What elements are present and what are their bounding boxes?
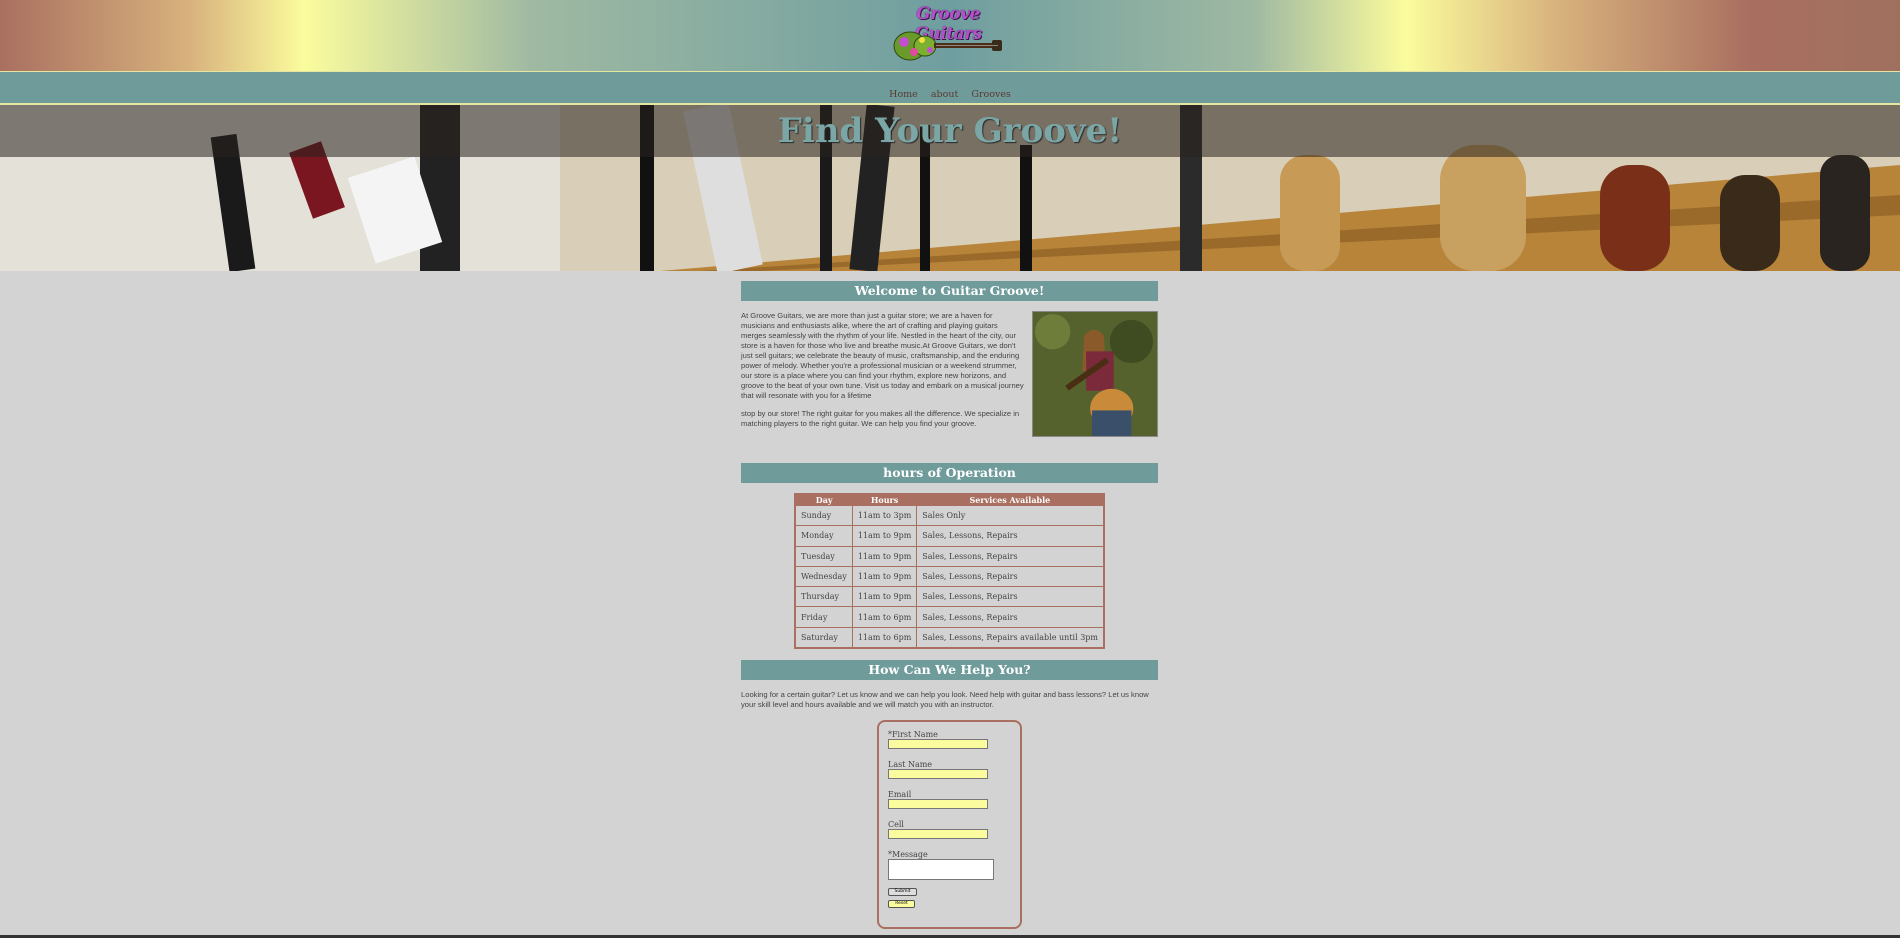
hours-cell: 11am to 9pm bbox=[851, 525, 918, 547]
services-cell: Sales, Lessons, Repairs bbox=[916, 606, 1105, 628]
hours-cell: 11am to 9pm bbox=[851, 565, 918, 588]
hero-banner: Find Your Groove! bbox=[0, 105, 1900, 271]
column-header-hours: Hours bbox=[852, 494, 917, 506]
day-cell: Friday bbox=[794, 606, 853, 628]
services-cell: Sales, Lessons, Repairs bbox=[916, 565, 1105, 588]
last-name-field[interactable] bbox=[888, 768, 988, 779]
welcome-heading: Welcome to Guitar Groove! bbox=[741, 281, 1158, 301]
email-field[interactable] bbox=[888, 798, 988, 809]
day-cell: Wednesday bbox=[794, 565, 853, 588]
reset-button[interactable]: Reset bbox=[888, 899, 915, 908]
first-name-field[interactable] bbox=[888, 738, 988, 749]
main-nav: Home about Grooves bbox=[0, 72, 1900, 105]
column-header-day: Day bbox=[795, 494, 853, 506]
day-cell: Saturday bbox=[794, 626, 853, 649]
table-row: Sunday 11am to 3pm Sales Only bbox=[794, 504, 1105, 527]
services-cell: Sales, Lessons, Repairs bbox=[916, 545, 1105, 567]
day-cell: Monday bbox=[794, 525, 853, 547]
girl-with-guitar-photo bbox=[1032, 311, 1158, 437]
submit-button[interactable]: Submit bbox=[888, 887, 917, 896]
main-content: Welcome to Guitar Groove! At Groove Guit… bbox=[741, 281, 1158, 929]
guitar-logo-icon bbox=[893, 31, 1002, 61]
day-cell: Tuesday bbox=[794, 545, 853, 567]
welcome-paragraph-2: stop by our store! The right guitar for … bbox=[741, 409, 1020, 428]
table-row: Monday 11am to 9pm Sales, Lessons, Repai… bbox=[794, 525, 1105, 547]
services-cell: Sales, Lessons, Repairs available until … bbox=[916, 626, 1105, 649]
hours-cell: 11am to 9pm bbox=[851, 586, 918, 608]
email-label: Email bbox=[888, 789, 912, 799]
hours-table: Day Hours Services Available Sunday 11am… bbox=[794, 493, 1105, 649]
welcome-text: At Groove Guitars, we are more than just… bbox=[741, 311, 1024, 429]
contact-form: *First Name Last Name Email Cell *Messag… bbox=[877, 719, 1022, 929]
hours-cell: 11am to 6pm bbox=[851, 626, 918, 649]
cell-label: Cell bbox=[888, 819, 904, 829]
hours-heading: hours of Operation bbox=[741, 463, 1158, 483]
first-name-label: *First Name bbox=[888, 729, 938, 739]
hours-cell: 11am to 3pm bbox=[851, 504, 918, 527]
day-cell: Sunday bbox=[794, 504, 853, 527]
column-header-services: Services Available bbox=[916, 494, 1104, 506]
table-row: Saturday 11am to 6pm Sales, Lessons, Rep… bbox=[794, 626, 1105, 649]
welcome-section: At Groove Guitars, we are more than just… bbox=[741, 311, 1158, 459]
services-cell: Sales, Lessons, Repairs bbox=[916, 525, 1105, 547]
help-heading: How Can We Help You? bbox=[741, 659, 1158, 680]
nav-link-grooves[interactable]: Grooves bbox=[971, 89, 1010, 100]
hero-title: Find Your Groove! bbox=[777, 111, 1123, 151]
table-row: Friday 11am to 6pm Sales, Lessons, Repai… bbox=[794, 606, 1105, 628]
services-cell: Sales, Lessons, Repairs bbox=[916, 586, 1105, 608]
day-cell: Thursday bbox=[794, 586, 853, 608]
message-field[interactable] bbox=[888, 858, 994, 880]
services-cell: Sales Only bbox=[916, 504, 1105, 527]
table-row: Wednesday 11am to 9pm Sales, Lessons, Re… bbox=[794, 565, 1105, 588]
logo[interactable]: Groove Guitars bbox=[888, 4, 1008, 66]
table-row: Thursday 11am to 9pm Sales, Lessons, Rep… bbox=[794, 586, 1105, 608]
nav-link-home[interactable]: Home bbox=[889, 89, 918, 100]
table-row: Tuesday 11am to 9pm Sales, Lessons, Repa… bbox=[794, 545, 1105, 567]
welcome-paragraph-1: At Groove Guitars, we are more than just… bbox=[741, 311, 1024, 400]
hours-cell: 11am to 9pm bbox=[851, 545, 918, 567]
hours-header-row: Day Hours Services Available bbox=[795, 494, 1104, 506]
last-name-label: Last Name bbox=[888, 759, 933, 769]
message-label: *Message bbox=[888, 849, 928, 859]
help-text: Looking for a certain guitar? Let us kno… bbox=[741, 689, 1149, 709]
nav-link-about[interactable]: about bbox=[931, 89, 958, 100]
hours-cell: 11am to 6pm bbox=[851, 606, 918, 628]
site-header: Groove Guitars bbox=[0, 0, 1900, 72]
cell-field[interactable] bbox=[888, 828, 988, 839]
